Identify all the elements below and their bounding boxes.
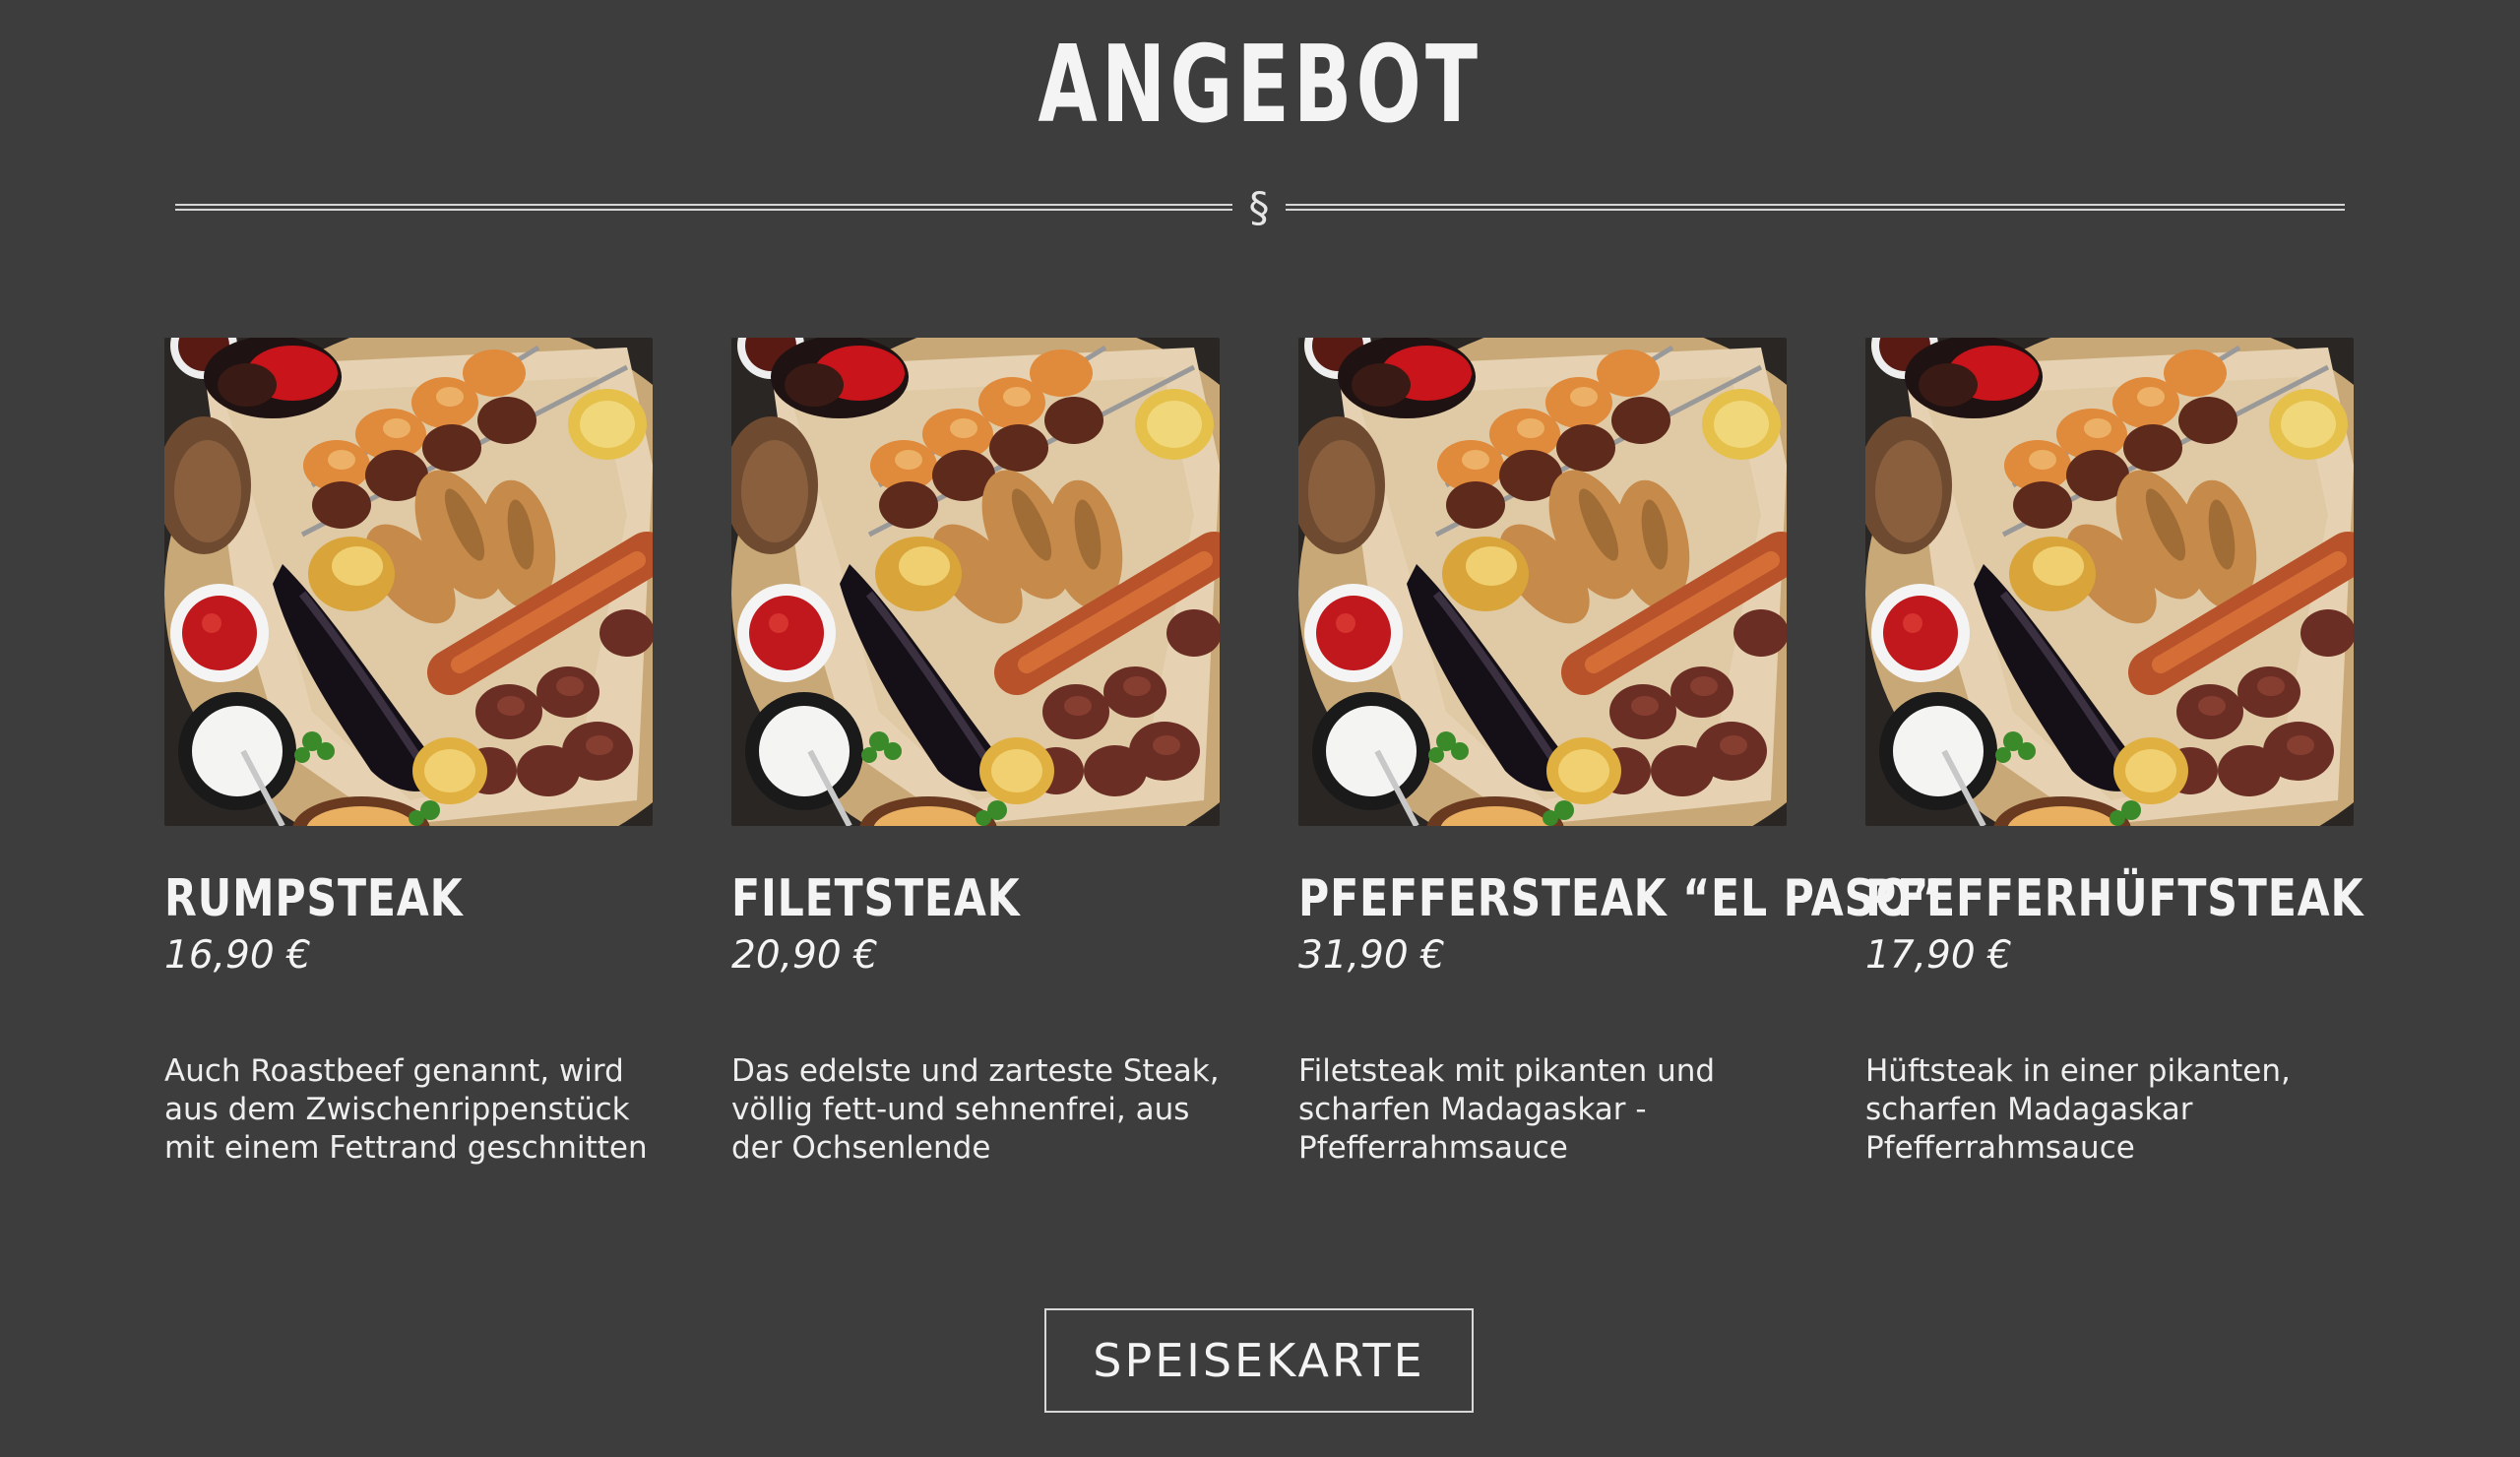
- section-sign-icon: §: [1248, 183, 1270, 231]
- offer-card[interactable]: RUMPSTEAK 16,90 € Auch Roastbeef genannt…: [164, 338, 655, 1184]
- offer-title: FILETSTEAK: [731, 869, 1021, 928]
- offer-price: 17,90 €: [1865, 933, 2012, 978]
- offer-card[interactable]: PFEFFERHÜFTSTEAK 17,90 € Hüftsteak in ei…: [1865, 338, 2364, 1184]
- offer-list: RUMPSTEAK 16,90 € Auch Roastbeef genannt…: [164, 338, 2364, 1184]
- offer-title: PFEFFERSTEAK “EL PASO”: [1298, 869, 1941, 928]
- offer-description: Das edelste und zarteste Steak, völlig f…: [731, 1053, 1220, 1166]
- offer-image[interactable]: [1865, 338, 2354, 826]
- offer-price: 20,90 €: [731, 933, 878, 978]
- divider-line-right: [1286, 204, 2345, 211]
- offer-card[interactable]: FILETSTEAK 20,90 € Das edelste und zarte…: [731, 338, 1222, 1184]
- offer-description: Filetsteak mit pikanten und scharfen Mad…: [1298, 1053, 1716, 1166]
- menu-button[interactable]: SPEISEKARTE: [1044, 1308, 1474, 1413]
- page-title: ANGEBOT: [1038, 24, 1482, 147]
- offer-title: PFEFFERHÜFTSTEAK: [1865, 869, 2364, 928]
- offer-card[interactable]: PFEFFERSTEAK “EL PASO” 31,90 € Filetstea…: [1298, 338, 1941, 1184]
- offer-description: Hüftsteak in einer pikanten, scharfen Ma…: [1865, 1053, 2291, 1166]
- offer-price: 31,90 €: [1298, 933, 1445, 978]
- offer-title: RUMPSTEAK: [164, 869, 464, 928]
- offer-image[interactable]: [731, 338, 1220, 826]
- offer-description: Auch Roastbeef genannt, wird aus dem Zwi…: [164, 1053, 648, 1166]
- offer-image[interactable]: [1298, 338, 1787, 826]
- offer-image[interactable]: [164, 338, 653, 826]
- section-divider: §: [175, 187, 2345, 228]
- offer-price: 16,90 €: [164, 933, 311, 978]
- divider-line-left: [175, 204, 1232, 211]
